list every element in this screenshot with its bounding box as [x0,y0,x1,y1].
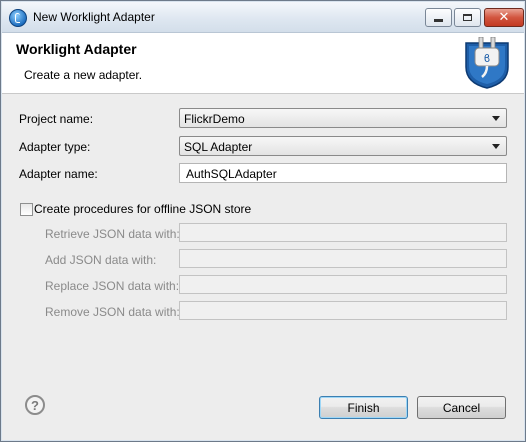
maximize-button[interactable] [454,8,481,27]
help-icon[interactable]: ? [25,395,45,415]
maximize-icon [463,14,472,21]
finish-button[interactable]: Finish [319,396,408,419]
add-json-label: Add JSON data with: [45,253,157,267]
help-glyph: ? [31,397,39,413]
title-bar[interactable]: New Worklight Adapter ✕ [2,2,524,33]
project-name-label: Project name: [19,112,94,126]
adapter-name-label: Adapter name: [19,167,98,181]
window-title: New Worklight Adapter [33,10,155,24]
app-icon [9,9,27,27]
cancel-button[interactable]: Cancel [417,396,506,419]
retrieve-json-input [179,223,507,242]
offline-json-checkbox[interactable] [20,203,33,216]
minimize-button[interactable] [425,8,452,27]
close-icon: ✕ [498,10,510,25]
adapter-type-value: SQL Adapter [184,140,253,154]
chevron-down-icon [492,144,500,149]
close-button[interactable]: ✕ [484,8,524,27]
adapter-name-value: AuthSQLAdapter [186,167,277,181]
add-json-input [179,249,507,268]
dialog-window: New Worklight Adapter ✕ Worklight Adapte… [0,0,526,442]
project-name-select[interactable]: FlickrDemo [179,108,507,128]
offline-json-checkbox-label[interactable]: Create procedures for offline JSON store [34,202,251,216]
replace-json-input [179,275,507,294]
retrieve-json-label: Retrieve JSON data with: [45,227,180,241]
replace-json-label: Replace JSON data with: [45,279,180,293]
banner-description: Create a new adapter. [24,68,143,82]
plug-icon: ϐ [465,37,509,89]
header-banner: Worklight Adapter Create a new adapter. … [2,33,524,94]
chevron-down-icon [492,116,500,121]
remove-json-label: Remove JSON data with: [45,305,180,319]
remove-json-input [179,301,507,320]
adapter-type-label: Adapter type: [19,140,91,154]
minimize-icon [434,19,443,22]
svg-text:ϐ: ϐ [484,52,491,65]
adapter-type-select[interactable]: SQL Adapter [179,136,507,156]
adapter-name-input[interactable]: AuthSQLAdapter [179,163,507,183]
banner-title: Worklight Adapter [16,41,137,57]
project-name-value: FlickrDemo [184,112,245,126]
